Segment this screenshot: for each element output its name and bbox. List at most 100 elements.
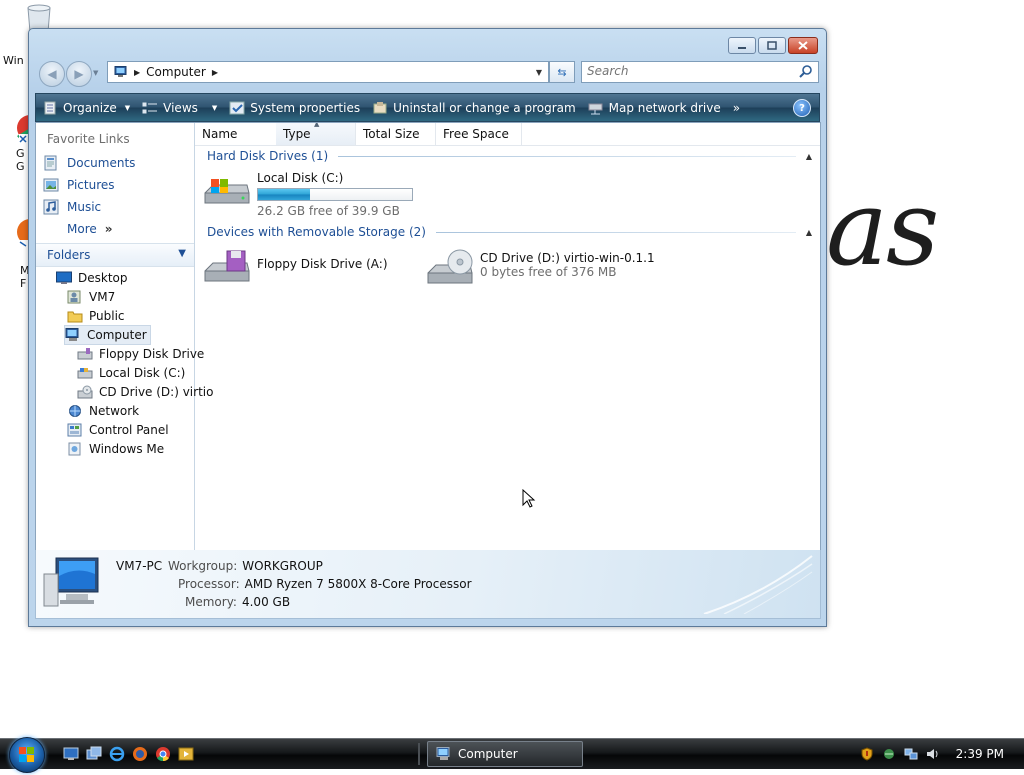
favorite-label: More (67, 222, 97, 236)
cd-drive-icon (77, 385, 93, 399)
tree-item-desktop[interactable]: Desktop (56, 269, 128, 287)
media-player-icon[interactable] (178, 746, 194, 762)
chevron-down-icon: ▼ (178, 248, 186, 259)
column-header-type[interactable]: ▲ Type (276, 123, 356, 145)
address-bar[interactable]: ▶ Computer ▶ ▼ (107, 61, 549, 83)
folders-header[interactable]: Folders ▼ (36, 243, 194, 267)
views-icon (142, 102, 158, 113)
drive-cd[interactable]: CD Drive (D:) virtio-win-0.1.1 0 bytes f… (426, 249, 655, 289)
refresh-button[interactable]: ⇆ (549, 61, 575, 83)
breadcrumb-separator-icon[interactable]: ▶ (212, 68, 218, 77)
drive-local-disk[interactable]: Local Disk (C:) 26.2 GB free of 39.9 GB (203, 171, 413, 218)
tree-item-vm7[interactable]: VM7 (67, 288, 115, 306)
background-text: as (826, 167, 939, 289)
switch-windows-icon[interactable] (86, 746, 102, 762)
system-tray: 2:39 PM (860, 739, 1024, 769)
computer-icon (436, 747, 450, 760)
computer-icon (65, 328, 79, 341)
tree-item-floppy[interactable]: Floppy Disk Drive (77, 345, 204, 363)
uninstall-program-icon (373, 101, 387, 113)
firefox-icon[interactable] (132, 746, 148, 762)
taskbar-button-computer[interactable]: Computer (427, 741, 583, 767)
chrome-icon[interactable] (155, 746, 171, 762)
clock[interactable]: 2:39 PM (956, 747, 1004, 761)
search-input[interactable] (582, 62, 792, 80)
explorer-window: ◀ ▶ ▼ ▶ Computer ▶ ▼ ⇆ Organize ▼ Views ▼ … (28, 28, 827, 627)
search-box[interactable] (581, 61, 819, 83)
documents-icon (44, 155, 57, 171)
address-history-chevron-icon[interactable]: ▼ (536, 68, 542, 77)
search-icon[interactable] (799, 64, 813, 78)
column-header-total-size[interactable]: Total Size (356, 123, 436, 145)
uninstall-program-button[interactable]: Uninstall or change a program (366, 94, 582, 121)
windows-meeting-icon (68, 442, 81, 456)
favorite-music[interactable]: Music (43, 198, 101, 216)
tray-network-status-icon[interactable] (882, 747, 896, 761)
tree-label: Local Disk (C:) (99, 366, 186, 380)
computer-icon (114, 66, 127, 77)
desktop-icon (56, 271, 72, 284)
tree-item-computer[interactable]: Computer (64, 325, 151, 345)
favorite-label: Pictures (67, 178, 115, 192)
breadcrumb-separator-icon[interactable]: ▶ (134, 68, 140, 77)
favorite-pictures[interactable]: Pictures (43, 176, 115, 194)
close-icon (798, 41, 808, 50)
volume-icon[interactable] (926, 747, 940, 761)
back-button[interactable]: ◀ (39, 61, 65, 87)
help-button[interactable]: ? (793, 99, 811, 117)
tree-item-network[interactable]: Network (67, 402, 139, 420)
organize-button[interactable]: Organize ▼ (36, 94, 136, 121)
tree-item-public[interactable]: Public (67, 307, 125, 325)
system-properties-button[interactable]: System properties (223, 94, 366, 121)
desktop-icon-label: Win (3, 54, 24, 67)
floppy-drive-icon (77, 348, 93, 360)
uninstall-program-label: Uninstall or change a program (393, 100, 576, 115)
close-button[interactable] (788, 37, 818, 54)
map-network-drive-button[interactable]: Map network drive (582, 94, 727, 121)
tree-item-cd-drive[interactable]: CD Drive (D:) virtio (77, 383, 213, 401)
organize-icon (44, 101, 56, 114)
tree-item-windows-meeting[interactable]: Windows Me (67, 440, 164, 458)
drive-free-space: 0 bytes free of 376 MB (480, 265, 617, 279)
system-properties-label: System properties (250, 100, 361, 115)
drive-name: CD Drive (D:) virtio-win-0.1.1 (480, 251, 655, 265)
favorite-label: Documents (67, 156, 136, 170)
network-drive-icon (588, 103, 603, 114)
detail-label: Memory: (185, 595, 237, 609)
caption-buttons (728, 37, 818, 54)
navigation-row: ◀ ▶ ▼ ▶ Computer ▶ ▼ ⇆ (37, 61, 819, 87)
tree-label: Computer (87, 328, 147, 342)
tree-item-local-disk[interactable]: Local Disk (C:) (77, 364, 185, 382)
drive-floppy[interactable]: Floppy Disk Drive (A:) (203, 249, 388, 289)
breadcrumb-computer[interactable]: Computer (146, 65, 206, 79)
decorative-swoosh (703, 555, 813, 614)
cd-drive-icon (427, 249, 473, 284)
views-button[interactable]: Views ▼ (136, 94, 223, 121)
detail-value: AMD Ryzen 7 5800X 8-Core Processor (244, 577, 472, 591)
column-header-label: Type (283, 127, 311, 141)
collapse-chevron-icon[interactable]: ▲ (806, 228, 812, 237)
maximize-icon (767, 41, 777, 50)
internet-explorer-icon[interactable] (109, 746, 125, 762)
maximize-button[interactable] (758, 37, 786, 54)
network-icon[interactable] (904, 747, 918, 761)
show-desktop-icon[interactable] (63, 746, 79, 762)
security-shield-icon[interactable] (860, 747, 874, 761)
favorite-documents[interactable]: Documents (43, 154, 135, 172)
favorite-more[interactable]: More » (67, 220, 113, 238)
tree-item-control-panel[interactable]: Control Panel (67, 421, 169, 439)
detail-value: WORKGROUP (242, 559, 323, 573)
more-commands-button[interactable]: » (727, 101, 746, 115)
group-header-hard-disks[interactable]: Hard Disk Drives (1) ▲ (207, 147, 812, 165)
column-header-free-space[interactable]: Free Space (436, 123, 522, 145)
control-panel-icon (67, 423, 82, 437)
group-header-removable[interactable]: Devices with Removable Storage (2) ▲ (207, 223, 812, 241)
collapse-chevron-icon[interactable]: ▲ (806, 152, 812, 161)
minimize-button[interactable] (728, 37, 756, 54)
network-icon (69, 405, 81, 417)
forward-button[interactable]: ▶ (66, 61, 92, 87)
command-bar: Organize ▼ Views ▼ System properties Unins… (35, 93, 820, 122)
recent-pages-chevron-icon[interactable]: ▼ (93, 69, 98, 77)
detail-label: Processor: (178, 577, 240, 591)
column-header-name[interactable]: Name (195, 123, 277, 145)
